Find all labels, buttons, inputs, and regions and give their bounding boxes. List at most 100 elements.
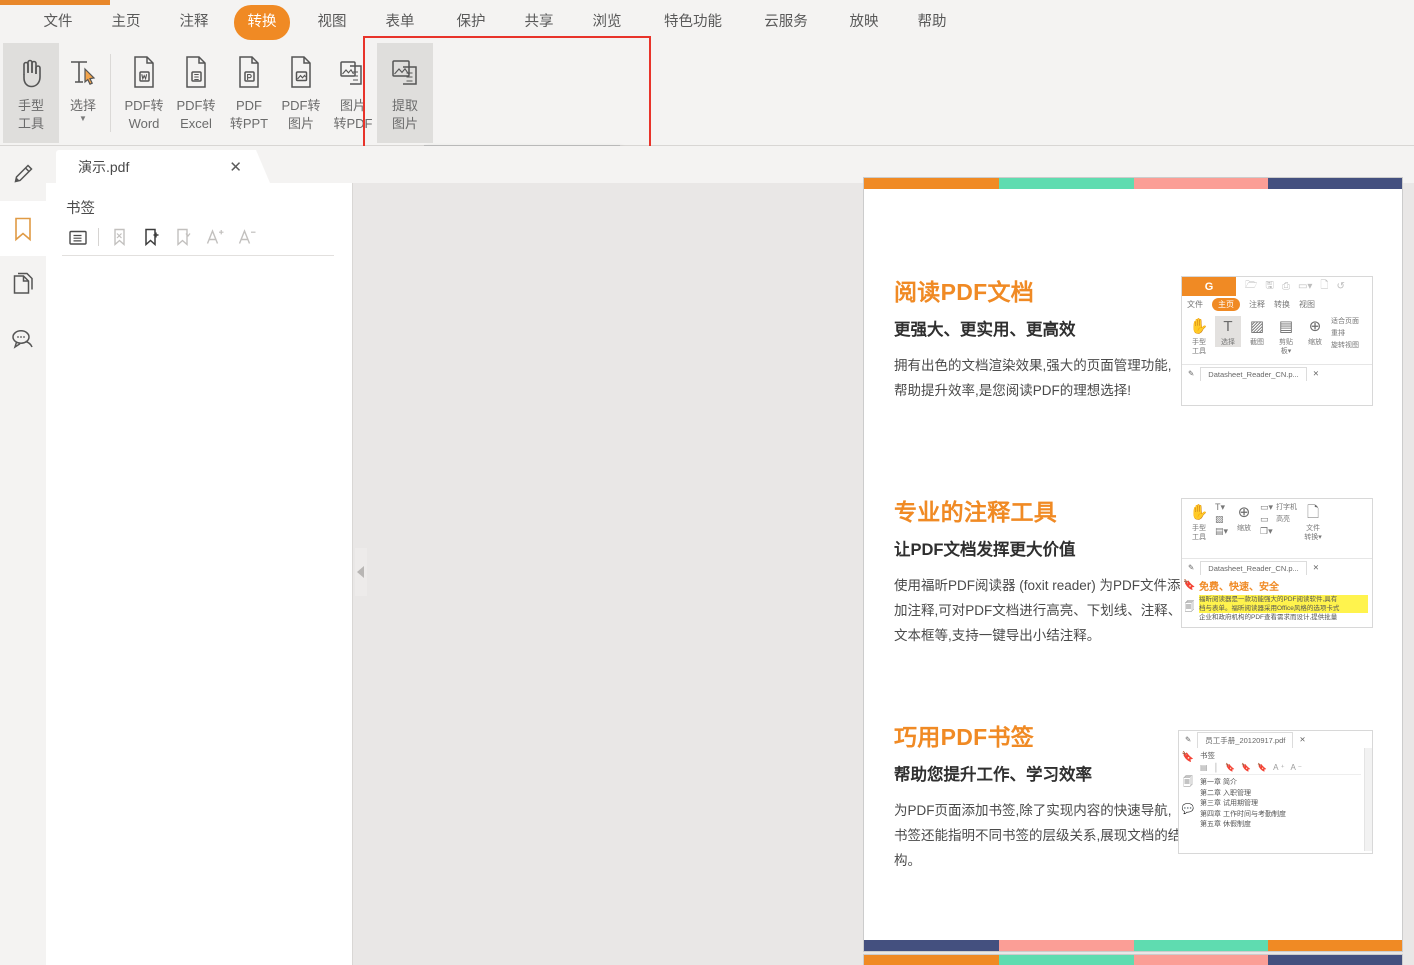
image-to-pdf-button[interactable]: 图片 转PDF	[325, 43, 381, 143]
open-icon: 🗁	[1245, 280, 1258, 291]
bookmark-panel-toolbar	[62, 221, 334, 253]
bookmark-panel: 书签	[46, 183, 353, 965]
bookmark-icon: 🔖	[1183, 580, 1196, 591]
mini1-tool-1-l1: 选择	[1221, 339, 1235, 346]
mini3-tab-label: 员工手册_20120917.pdf	[1197, 731, 1294, 748]
panel-collapse-handle[interactable]	[355, 548, 367, 596]
bookmark-options-icon[interactable]	[167, 222, 199, 252]
mini1-tool-3-l1: 剪贴	[1279, 339, 1293, 346]
hand-icon	[16, 47, 46, 97]
section-2-body: 使用福昕PDF阅读器 (foxit reader) 为PDF文件添加注释,可对P…	[894, 578, 1182, 643]
chevron-down-icon[interactable]: ▼	[79, 115, 87, 123]
bookmark-font-decrease-icon[interactable]	[231, 222, 263, 252]
text-select-icon: T	[1223, 318, 1233, 335]
menu-present[interactable]: 放映	[836, 5, 892, 40]
color-bar-6	[999, 940, 1134, 951]
mini3-row-1: 第二章 入职管理	[1200, 789, 1251, 797]
mini1-quick-access-toolbar: 🗁 🖫 ⎙ ▭▾ 🗋 ↺	[1236, 278, 1372, 295]
color-bar-5	[864, 940, 999, 951]
image-to-pdf-label-1: 图片	[339, 98, 366, 113]
rail-item-edit[interactable]	[0, 146, 46, 201]
section-3-body: 为PDF页面添加书签,除了实现内容的快速导航,书签还能指明不同书签的层级关系,展…	[894, 803, 1182, 868]
rail-item-bookmarks[interactable]	[0, 201, 46, 256]
comment-icon	[10, 327, 36, 351]
mini1-right-0: 适合页面	[1331, 318, 1359, 325]
mini2-zoom-tool: ⊕ 缩放	[1231, 502, 1257, 533]
stamp-icon: ▭▾	[1260, 502, 1274, 512]
select-tool-button[interactable]: 选择 ▼	[55, 43, 111, 143]
bookmark-panel-rule	[62, 255, 334, 256]
extract-image-icon	[389, 47, 421, 97]
rail-item-comments[interactable]	[0, 311, 46, 366]
menu-convert[interactable]: 转换	[234, 5, 290, 40]
bookmark-delete-icon[interactable]	[103, 222, 135, 252]
color-bar-2	[999, 178, 1134, 189]
pdf-to-excel-button[interactable]: PDF转 Excel	[168, 43, 224, 143]
pdf-to-word-button[interactable]: PDF转 Word	[116, 43, 172, 143]
mini2-right-0: 打字机	[1276, 504, 1298, 511]
menu-cloud[interactable]: 云服务	[750, 5, 822, 40]
mini1-view-options: 适合页面 重排 旋转视图	[1331, 316, 1359, 351]
mini3-tab-row: ✎ 员工手册_20120917.pdf ✕	[1179, 731, 1372, 748]
menu-features[interactable]: 特色功能	[650, 5, 736, 40]
pdf-to-image-label-1: PDF转	[281, 98, 321, 113]
mini1-right-1: 重排	[1331, 330, 1345, 337]
file-word-icon	[130, 47, 158, 97]
mini2-tool-1-l1: 缩放	[1237, 525, 1252, 532]
extract-image-label-2: 图片	[391, 116, 418, 131]
close-icon[interactable]: ✕	[229, 158, 242, 176]
page-bottom-color-bars	[864, 940, 1402, 951]
file-image-icon	[287, 47, 315, 97]
mini2-body-line-2: 档与表单。福昕阅读器采用Office风格的选项卡式	[1199, 604, 1368, 613]
menu-share[interactable]: 共享	[511, 5, 567, 40]
bookmark-font-increase-icon[interactable]	[199, 222, 231, 252]
hand-icon: ✋	[1189, 318, 1209, 335]
pencil-icon: ✎	[1188, 563, 1195, 572]
hand-tool-label-1: 手型	[17, 98, 44, 113]
mini1-tab-row: ✎ Datasheet_Reader_CN.p... ✕	[1182, 364, 1372, 382]
menu-form[interactable]: 表单	[372, 5, 428, 40]
color-bar-10	[999, 955, 1134, 965]
color-bar-3	[1134, 178, 1268, 189]
ribbon-separator	[110, 54, 111, 132]
mini1-titlebar: G 🗁 🖫 ⎙ ▭▾ 🗋 ↺	[1182, 277, 1372, 296]
mini2-tool-0-l1: 手型	[1192, 525, 1206, 532]
mini3-panel-title: 书签	[1200, 751, 1215, 760]
file-ppt-icon	[235, 47, 263, 97]
image-to-pdf-label-2: 转PDF	[333, 116, 373, 131]
toolbar-divider	[98, 228, 99, 246]
hand-tool-label-2: 工具	[17, 116, 44, 131]
menu-help[interactable]: 帮助	[904, 5, 960, 40]
pdf-to-image-button[interactable]: PDF转 图片	[273, 43, 329, 143]
pdf-to-excel-label-2: Excel	[180, 116, 212, 131]
extract-image-button[interactable]: 提取 图片	[377, 43, 433, 143]
close-icon: ✕	[1299, 735, 1306, 744]
pdf-next-page-peek	[864, 955, 1402, 965]
menu-comment[interactable]: 注释	[166, 5, 222, 40]
new-icon: 🗋	[1320, 280, 1329, 291]
mini3-scrollbar[interactable]	[1364, 748, 1372, 851]
mini1-menu-4: 视图	[1299, 300, 1315, 309]
hand-tool-button[interactable]: 手型 工具	[3, 43, 59, 143]
bookmark-add-icon[interactable]	[135, 222, 167, 252]
menu-browse[interactable]: 浏览	[579, 5, 635, 40]
menu-home[interactable]: 主页	[98, 5, 154, 40]
rail-item-pages[interactable]	[0, 256, 46, 311]
document-tab[interactable]: 演示.pdf ✕	[56, 150, 270, 183]
menu-file[interactable]: 文件	[30, 5, 86, 40]
mini3-panel-toolbar: ▤ │ 🔖 🔖 🔖 A⁺ A⁻	[1200, 763, 1361, 775]
file-convert-icon: 🗋	[1307, 504, 1320, 521]
menu-protect[interactable]: 保护	[443, 5, 499, 40]
mini2-convert-l2: 转换▾	[1304, 534, 1322, 541]
mini1-tool-0-l1: 手型	[1192, 339, 1206, 346]
pdf-to-ppt-button[interactable]: PDF 转PPT	[221, 43, 277, 143]
mini2-tab-label: Datasheet_Reader_CN.p...	[1200, 560, 1307, 575]
mini3-row-3: 第四章 工作时间与考勤制度	[1200, 810, 1286, 818]
mini2-right-1: 高亮	[1276, 516, 1291, 523]
menu-view[interactable]: 视图	[304, 5, 360, 40]
pdf-to-word-label-1: PDF转	[124, 98, 164, 113]
bookmark-list-icon[interactable]	[62, 222, 94, 252]
pencil-icon: ✎	[1185, 735, 1192, 744]
clipboard-icon: ▤	[1278, 318, 1294, 335]
mini1-right-2: 旋转视图	[1331, 342, 1359, 349]
